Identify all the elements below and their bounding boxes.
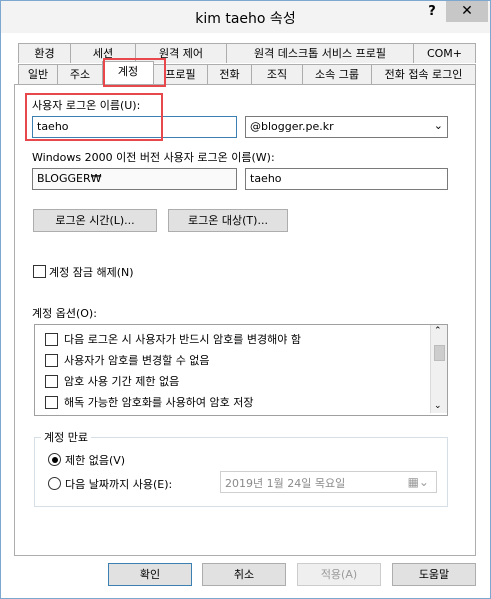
expiry-date-value: 2019년 1월 24일 목요일: [225, 477, 346, 490]
upn-suffix-select[interactable]: @blogger.pe.kr ⌄: [245, 116, 448, 138]
option-checkbox[interactable]: [45, 396, 58, 409]
tab-general[interactable]: 일반: [18, 64, 58, 84]
scroll-down-icon[interactable]: ⌄: [434, 401, 442, 411]
chevron-down-icon: ⌄: [433, 119, 443, 132]
logon-to-button[interactable]: 로그온 대상(T)...: [168, 209, 288, 232]
help-button[interactable]: 도움말: [392, 563, 476, 586]
option-checkbox[interactable]: [45, 333, 58, 346]
option-label: 암호 사용 기간 제한 없음: [64, 375, 180, 388]
tab-environment[interactable]: 환경: [18, 43, 71, 63]
tab-rds-profile[interactable]: 원격 데스크톱 서비스 프로필: [226, 43, 414, 63]
scroll-up-icon[interactable]: ⌃: [434, 326, 442, 336]
option-label: 사용자가 암호를 변경할 수 없음: [64, 354, 210, 367]
title-bar: kim taeho 속성 ? ✕: [1, 1, 490, 33]
tab-dial-in[interactable]: 전화 접속 로그인: [371, 64, 476, 84]
tab-row-front: 일반 주소 계정 프로필 전화 조직 소속 그룹 전화 접속 로그인: [18, 61, 476, 84]
properties-window: kim taeho 속성 ? ✕ 환경 세션 원격 제어 원격 데스크톱 서비스…: [0, 0, 491, 599]
help-title-button[interactable]: ?: [418, 2, 446, 22]
account-panel: 사용자 로그온 이름(U): taeho @blogger.pe.kr ⌄ Wi…: [14, 84, 476, 556]
never-expires-radio[interactable]: [48, 453, 61, 466]
pre2000-domain-field: BLOGGER₩: [32, 168, 237, 190]
end-of-radio[interactable]: [48, 477, 61, 490]
tab-row-back: 환경 세션 원격 제어 원격 데스크톱 서비스 프로필 COM+: [18, 43, 476, 63]
tab-highlight-box: [103, 58, 166, 87]
apply-button: 적용(A): [297, 563, 381, 586]
end-of-label: 다음 날짜까지 사용(E):: [65, 478, 173, 491]
pre2000-user-input[interactable]: taeho: [245, 168, 448, 190]
tab-telephones[interactable]: 전화: [207, 64, 252, 84]
logon-hours-button[interactable]: 로그온 시간(L)...: [33, 209, 157, 232]
close-button[interactable]: ✕: [446, 1, 488, 22]
tab-member-of[interactable]: 소속 그룹: [302, 64, 372, 84]
calendar-icon: ▦⌄: [407, 475, 429, 489]
unlock-account-checkbox[interactable]: [33, 265, 46, 278]
upn-suffix-value: @blogger.pe.kr: [250, 120, 334, 133]
account-options-list[interactable]: 다음 로그온 시 사용자가 반드시 암호를 변경해야 함 사용자가 암호를 변경…: [34, 324, 448, 416]
logon-name-highlight-box: [25, 93, 163, 141]
cancel-button[interactable]: 취소: [202, 563, 286, 586]
options-scrollbar[interactable]: ⌃ ⌄: [430, 325, 447, 413]
option-label: 해독 가능한 암호화를 사용하여 암호 저장: [64, 396, 254, 409]
window-title: kim taeho 속성: [195, 11, 296, 27]
never-expires-label: 제한 없음(V): [65, 454, 126, 467]
account-expires-label: 계정 만료: [41, 429, 91, 445]
option-checkbox[interactable]: [45, 354, 58, 367]
option-checkbox[interactable]: [45, 375, 58, 388]
option-label: 다음 로그온 시 사용자가 반드시 암호를 변경해야 함: [64, 333, 301, 346]
account-options-label: 계정 옵션(O):: [32, 307, 97, 320]
unlock-account-label: 계정 잠금 해제(N): [49, 266, 134, 279]
tab-organization[interactable]: 조직: [251, 64, 303, 84]
ok-button[interactable]: 확인: [108, 563, 192, 586]
tab-address[interactable]: 주소: [57, 64, 103, 84]
scroll-thumb[interactable]: [434, 345, 445, 361]
tab-com-plus[interactable]: COM+: [413, 43, 476, 63]
expiry-date-picker: 2019년 1월 24일 목요일 ▦⌄: [220, 471, 437, 493]
pre2000-label: Windows 2000 이전 버전 사용자 로그온 이름(W):: [32, 151, 275, 164]
